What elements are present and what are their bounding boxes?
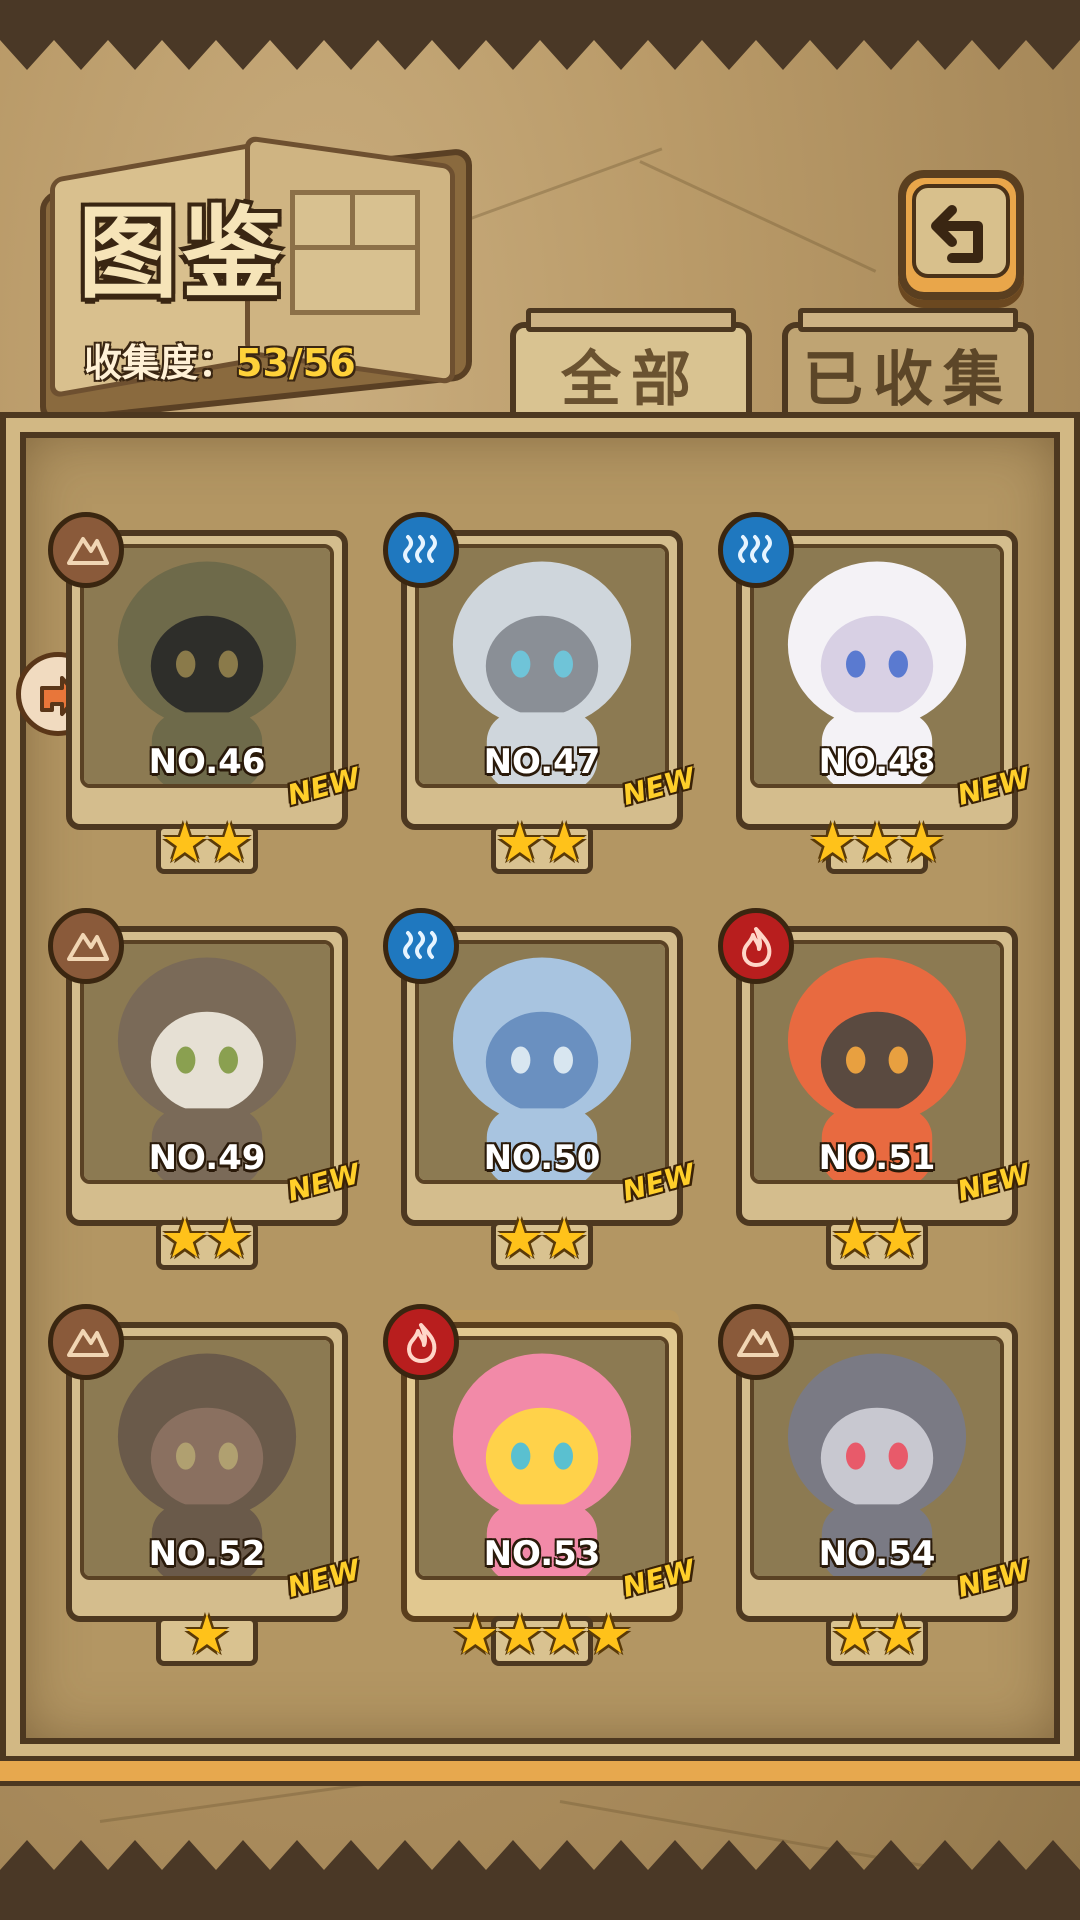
earth-element-icon: [48, 512, 124, 588]
bottom-zigzag-border: [0, 1840, 1080, 1920]
character-card[interactable]: NO.54 NEW ★ ★: [718, 1304, 1033, 1666]
star-rating: ★ ★: [401, 816, 683, 870]
character-card[interactable]: NO.47 NEW ★ ★: [383, 512, 698, 874]
water-element-icon: [383, 512, 459, 588]
earth-element-icon: [48, 908, 124, 984]
star-rating: ★ ★: [66, 1212, 348, 1266]
character-card[interactable]: NO.51 NEW ★ ★: [718, 908, 1033, 1270]
star-rating: ★ ★ ★ ★: [401, 1608, 683, 1662]
character-card[interactable]: NO.48 NEW ★ ★ ★: [718, 512, 1033, 874]
star-icon: ★: [495, 1603, 544, 1666]
character-card[interactable]: NO.53 NEW ★ ★ ★ ★: [383, 1304, 698, 1666]
star-icon: ★: [160, 811, 209, 874]
star-icon: ★: [897, 811, 946, 874]
tab-collected-label: 已收集: [803, 344, 1013, 415]
character-card[interactable]: NO.52 NEW ★: [48, 1304, 363, 1666]
panel-bottom-bar: [0, 1756, 1080, 1786]
star-icon: ★: [830, 1207, 879, 1270]
star-rating: ★ ★: [401, 1212, 683, 1266]
map-decoration: [639, 160, 877, 273]
star-icon: ★: [182, 1603, 232, 1666]
water-element-icon: [383, 908, 459, 984]
star-icon: ★: [584, 1603, 633, 1666]
star-rating: ★ ★: [736, 1212, 1018, 1266]
star-rating: ★ ★: [736, 1608, 1018, 1662]
star-icon: ★: [205, 811, 254, 874]
earth-element-icon: [48, 1304, 124, 1380]
water-element-icon: [718, 512, 794, 588]
star-icon: ★: [540, 1603, 589, 1666]
star-icon: ★: [495, 811, 544, 874]
tab-all[interactable]: 全部: [510, 308, 752, 420]
star-icon: ★: [540, 1207, 589, 1270]
return-arrow-icon: [931, 205, 983, 263]
star-icon: ★: [875, 1603, 924, 1666]
star-icon: ★: [451, 1603, 500, 1666]
earth-element-icon: [718, 1304, 794, 1380]
top-zigzag-border: [0, 0, 1080, 70]
character-card[interactable]: NO.50 NEW ★ ★: [383, 908, 698, 1270]
star-rating: ★ ★ ★: [736, 816, 1018, 870]
star-rating: ★: [66, 1608, 348, 1662]
collection-progress: 收集度：53/56: [84, 332, 356, 387]
back-button[interactable]: [898, 170, 1024, 300]
star-icon: ★: [808, 811, 857, 874]
star-icon: ★: [160, 1207, 209, 1270]
tab-all-label: 全部: [561, 344, 701, 415]
fire-element-icon: [718, 908, 794, 984]
star-icon: ★: [852, 811, 902, 874]
collection-label: 收集度：: [84, 341, 237, 385]
tab-collected[interactable]: 已收集: [782, 308, 1034, 420]
page-title: 图鉴: [78, 195, 286, 312]
star-icon: ★: [540, 811, 589, 874]
star-icon: ★: [205, 1207, 254, 1270]
star-icon: ★: [495, 1207, 544, 1270]
fire-element-icon: [383, 1304, 459, 1380]
star-icon: ★: [875, 1207, 924, 1270]
character-card[interactable]: NO.46 NEW ★ ★: [48, 512, 363, 874]
collection-value: 53/56: [236, 341, 356, 385]
star-rating: ★ ★: [66, 816, 348, 870]
collection-screen: { "header": { "title": "图鉴", "collection…: [0, 0, 1080, 1920]
character-card[interactable]: NO.49 NEW ★ ★: [48, 908, 363, 1270]
star-icon: ★: [830, 1603, 879, 1666]
